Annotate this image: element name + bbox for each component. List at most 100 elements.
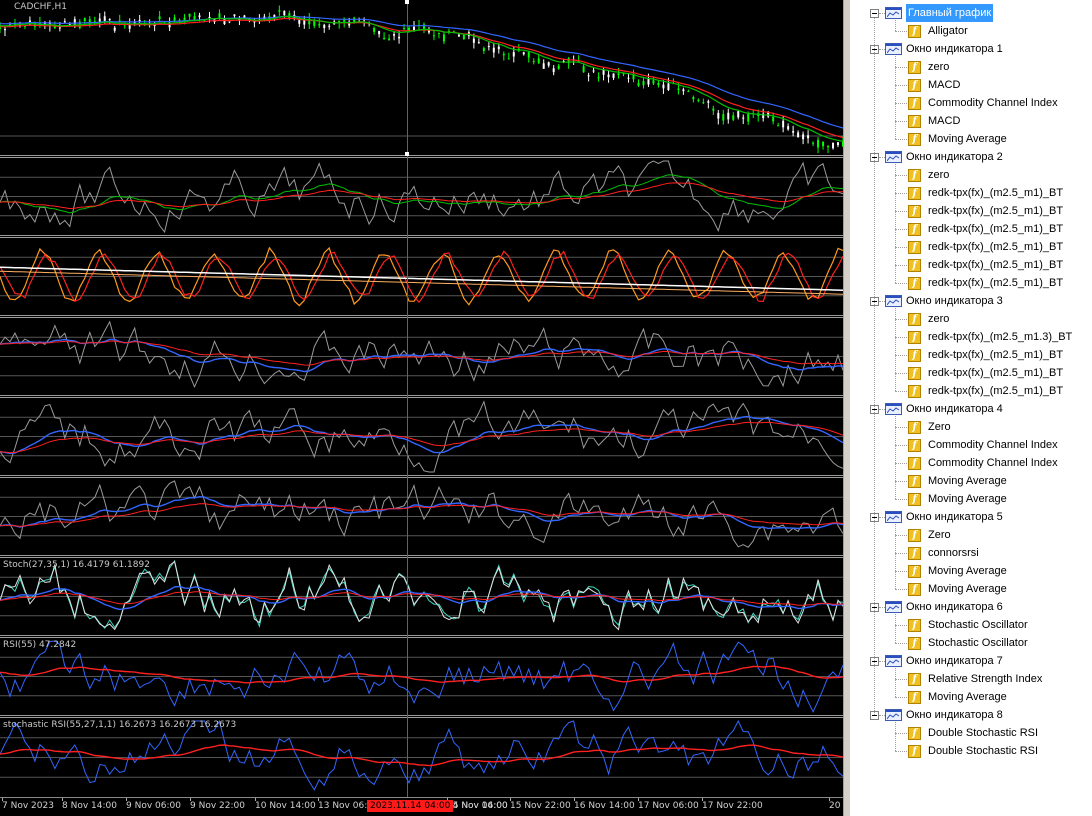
tree-connector (895, 139, 907, 140)
tree-item[interactable]: f Commodity Channel Index (850, 436, 1092, 454)
main-chart-pane[interactable]: CADCHF,H1 (0, 0, 843, 155)
tree-item[interactable]: f MACD (850, 76, 1092, 94)
tree-item[interactable]: f Alligator (850, 22, 1092, 40)
tree-item[interactable]: f redk-tpx(fx)_(m2.5_m1)_BT (850, 346, 1092, 364)
cursor-handle-bottom[interactable] (405, 152, 409, 156)
indicator-pane-8[interactable]: stochastic RSI(55,27,1,1) 16.2673 16.267… (0, 718, 843, 797)
tree-connector (895, 463, 907, 464)
indicator-function-icon: f (908, 61, 921, 74)
tree-item[interactable]: f Moving Average (850, 130, 1092, 148)
chart-area[interactable]: CADCHF,H1 Stoch(27,35,1) 16.4179 61.1892 R… (0, 0, 843, 816)
indicator-function-icon: f (908, 745, 921, 758)
tree-item[interactable]: f zero (850, 58, 1092, 76)
tree-group-3[interactable]: Окно индикатора 2 (850, 148, 1092, 166)
tree-item[interactable]: f redk-tpx(fx)_(m2.5_m1)_BT (850, 220, 1092, 238)
symbol-label: CADCHF,H1 (14, 2, 67, 12)
time-tick-label: 10 Nov 14:00 (255, 801, 316, 811)
tree-item[interactable]: f Stochastic Oscillator (850, 634, 1092, 652)
tree-item[interactable]: f redk-tpx(fx)_(m2.5_m1)_BT (850, 238, 1092, 256)
tree-item[interactable]: f redk-tpx(fx)_(m2.5_m1)_BT (850, 202, 1092, 220)
tree-item[interactable]: f zero (850, 166, 1092, 184)
collapse-toggle[interactable] (870, 9, 879, 18)
tree-item[interactable]: f redk-tpx(fx)_(m2.5_m1)_BT (850, 256, 1092, 274)
tree-group-4[interactable]: Окно индикатора 3 (850, 292, 1092, 310)
tree-item[interactable]: f Moving Average (850, 688, 1092, 706)
indicator-function-icon: f (908, 97, 921, 110)
indicator-pane-7[interactable]: RSI(55) 47.2842 (0, 638, 843, 715)
indicator-function-icon: f (908, 475, 921, 488)
indicator-function-icon: f (908, 565, 921, 578)
indicator-window-icon (885, 151, 902, 163)
indicator-function-icon: f (908, 637, 921, 650)
tree-item[interactable]: f redk-tpx(fx)_(m2.5_m1)_BT (850, 184, 1092, 202)
tree-group-7[interactable]: Окно индикатора 6 (850, 598, 1092, 616)
tree-item[interactable]: f redk-tpx(fx)_(m2.5_m1)_BT (850, 382, 1092, 400)
tree-item[interactable]: f Double Stochastic RSI (850, 742, 1092, 760)
tree-item[interactable]: f Moving Average (850, 580, 1092, 598)
tree-connector (895, 571, 907, 572)
tree-group-2[interactable]: Окно индикатора 1 (850, 40, 1092, 58)
tree-item[interactable]: f Zero (850, 418, 1092, 436)
tree-item[interactable]: f zero (850, 310, 1092, 328)
tree-item[interactable]: f Double Stochastic RSI (850, 724, 1092, 742)
time-tick-label: 17 Nov 06:00 (638, 801, 699, 811)
tree-item[interactable]: f redk-tpx(fx)_(m2.5_m1)_BT (850, 364, 1092, 382)
tree-item-label: redk-tpx(fx)_(m2.5_m1)_BT (928, 187, 1064, 199)
tree-group-label: Окно индикатора 5 (906, 511, 1003, 523)
time-tick-label: 16 Nov 14:00 (574, 801, 635, 811)
price-plot (0, 5, 843, 154)
cursor-handle-top[interactable] (405, 0, 409, 4)
tree-item-label: redk-tpx(fx)_(m2.5_m1)_BT (928, 223, 1064, 235)
tree-group-label: Окно индикатора 7 (906, 655, 1003, 667)
indicator-tree[interactable]: Главный график f Alligator Окно индикатора … (850, 0, 1092, 816)
tree-item[interactable]: f Moving Average (850, 490, 1092, 508)
indicator-function-icon: f (908, 241, 921, 254)
indicator-function-icon: f (908, 367, 921, 380)
tree-group-6[interactable]: Окно индикатора 5 (850, 508, 1092, 526)
pane-label: Stoch(27,35,1) 16.4179 61.1892 (3, 560, 150, 570)
tree-group-label: Окно индикатора 1 (906, 43, 1003, 55)
tree-connector (895, 481, 907, 482)
tree-group-8[interactable]: Окно индикатора 7 (850, 652, 1092, 670)
indicator-pane-4[interactable] (0, 398, 843, 475)
indicator-pane-5[interactable] (0, 478, 843, 555)
indicator-window-icon (885, 709, 902, 721)
tree-connector (895, 121, 907, 122)
tree-item-label: Moving Average (928, 493, 1007, 505)
tree-item[interactable]: f Relative Strength Index (850, 670, 1092, 688)
tree-connector (895, 85, 907, 86)
tree-item[interactable]: f Stochastic Oscillator (850, 616, 1092, 634)
indicator-function-icon: f (908, 691, 921, 704)
indicator-function-icon: f (908, 115, 921, 128)
tree-item[interactable]: f Commodity Channel Index (850, 454, 1092, 472)
tree-connector (879, 157, 885, 158)
tree-connector (895, 373, 907, 374)
tree-item[interactable]: f connorsrsi (850, 544, 1092, 562)
indicator-pane-2[interactable] (0, 238, 843, 315)
tree-connector (895, 614, 896, 643)
indicator-pane-1[interactable] (0, 158, 843, 235)
tree-item[interactable]: f redk-tpx(fx)_(m2.5_m1.3)_BT (850, 328, 1092, 346)
tree-group-5[interactable]: Окно индикатора 4 (850, 400, 1092, 418)
tree-item[interactable]: f Commodity Channel Index (850, 94, 1092, 112)
tree-item-label: zero (928, 313, 950, 325)
indicator-plot-7 (0, 640, 843, 713)
vertical-scrollbar[interactable] (843, 0, 850, 816)
indicator-function-icon: f (908, 619, 921, 632)
tree-group-label: Окно индикатора 6 (906, 601, 1003, 613)
tree-item[interactable]: f Moving Average (850, 472, 1092, 490)
tree-group-1[interactable]: Главный график (850, 4, 1092, 22)
tree-item[interactable]: f MACD (850, 112, 1092, 130)
pane-label: RSI(55) 47.2842 (3, 640, 77, 650)
indicator-pane-3[interactable] (0, 318, 843, 395)
tree-item[interactable]: f Zero (850, 526, 1092, 544)
tree-item[interactable]: f redk-tpx(fx)_(m2.5_m1)_BT (850, 274, 1092, 292)
tree-item[interactable]: f Moving Average (850, 562, 1092, 580)
tree-connector (879, 517, 885, 518)
indicator-function-icon: f (908, 493, 921, 506)
tree-connector (895, 319, 907, 320)
tree-connector (895, 751, 907, 752)
indicator-pane-6[interactable]: Stoch(27,35,1) 16.4179 61.1892 (0, 558, 843, 635)
tree-group-9[interactable]: Окно индикатора 8 (850, 706, 1092, 724)
tree-connector (895, 697, 907, 698)
